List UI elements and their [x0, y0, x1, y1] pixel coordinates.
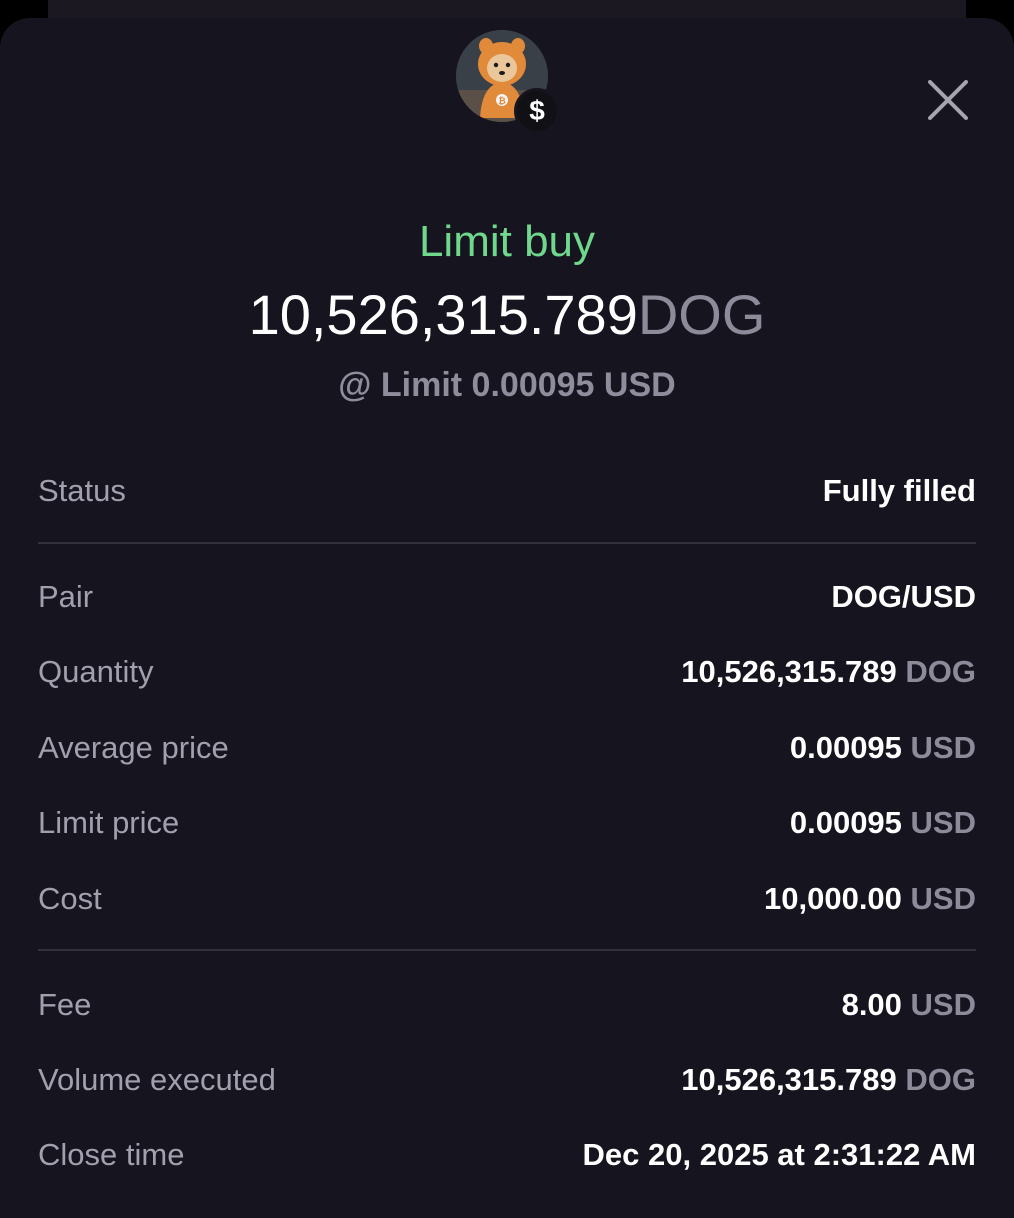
- order-amount: 10,526,315.789DOG: [0, 280, 1014, 350]
- close-time-row: Close time Dec 20, 2025 at 2:31:22 AM: [38, 1130, 976, 1180]
- badge-symbol: $: [529, 95, 545, 126]
- order-type-title: Limit buy: [418, 217, 596, 266]
- volume-executed-amount: 10,526,315.789: [681, 1062, 897, 1097]
- close-icon: [928, 80, 968, 120]
- fee-label: Fee: [38, 987, 92, 1022]
- close-time-value: Dec 20, 2025 at 2:31:22 AM: [582, 1137, 976, 1172]
- pair-value: DOG/USD: [831, 579, 976, 614]
- cost-value: 10,000.00 USD: [764, 881, 976, 917]
- cost-unit: USD: [910, 881, 976, 916]
- average-price-label: Average price: [38, 730, 229, 765]
- limit-price-subtitle: @ Limit 0.00095 USD: [338, 366, 676, 404]
- fee-unit: USD: [910, 987, 976, 1022]
- fee-row: Fee 8.00 USD: [38, 980, 976, 1030]
- volume-executed-row: Volume executed 10,526,315.789 DOG: [38, 1055, 976, 1105]
- order-amount-value: 10,526,315.789: [248, 283, 638, 346]
- limit-price-label: Limit price: [38, 805, 180, 840]
- average-price-amount: 0.00095: [789, 730, 902, 765]
- limit-price-value: 0.00095 USD: [790, 805, 976, 841]
- limit-price-row: Limit price 0.00095 USD: [38, 798, 976, 848]
- cost-label: Cost: [38, 881, 102, 916]
- cost-row: Cost 10,000.00 USD: [38, 874, 976, 924]
- pair-row: Pair DOG/USD: [38, 572, 976, 622]
- quantity-value: 10,526,315.789 DOG: [681, 654, 976, 690]
- order-amount-unit: DOG: [637, 283, 766, 346]
- close-button[interactable]: [920, 72, 976, 128]
- volume-executed-unit: DOG: [905, 1062, 976, 1097]
- average-price-unit: USD: [910, 730, 976, 765]
- status-value: Fully filled: [822, 473, 976, 508]
- limit-price-amount: 0.00095: [789, 805, 902, 840]
- fee-value: 8.00 USD: [842, 987, 976, 1023]
- limit-price-unit: USD: [910, 805, 976, 840]
- divider: [38, 542, 976, 544]
- status-row: Status Fully filled: [38, 466, 976, 516]
- quantity-row: Quantity 10,526,315.789 DOG: [38, 647, 976, 697]
- status-label: Status: [38, 473, 126, 508]
- volume-executed-label: Volume executed: [38, 1062, 276, 1097]
- average-price-row: Average price 0.00095 USD: [38, 723, 976, 773]
- divider: [38, 949, 976, 951]
- cost-amount: 10,000.00: [764, 881, 902, 916]
- average-price-value: 0.00095 USD: [790, 730, 976, 766]
- svg-text:₿: ₿: [498, 96, 505, 107]
- quantity-label: Quantity: [38, 654, 154, 689]
- volume-executed-value: 10,526,315.789 DOG: [681, 1062, 976, 1098]
- quantity-amount: 10,526,315.789: [681, 654, 897, 689]
- dollar-icon: $: [514, 88, 560, 134]
- quantity-unit: DOG: [905, 654, 976, 689]
- fee-amount: 8.00: [841, 987, 902, 1022]
- close-time-label: Close time: [38, 1137, 185, 1172]
- pair-label: Pair: [38, 579, 94, 614]
